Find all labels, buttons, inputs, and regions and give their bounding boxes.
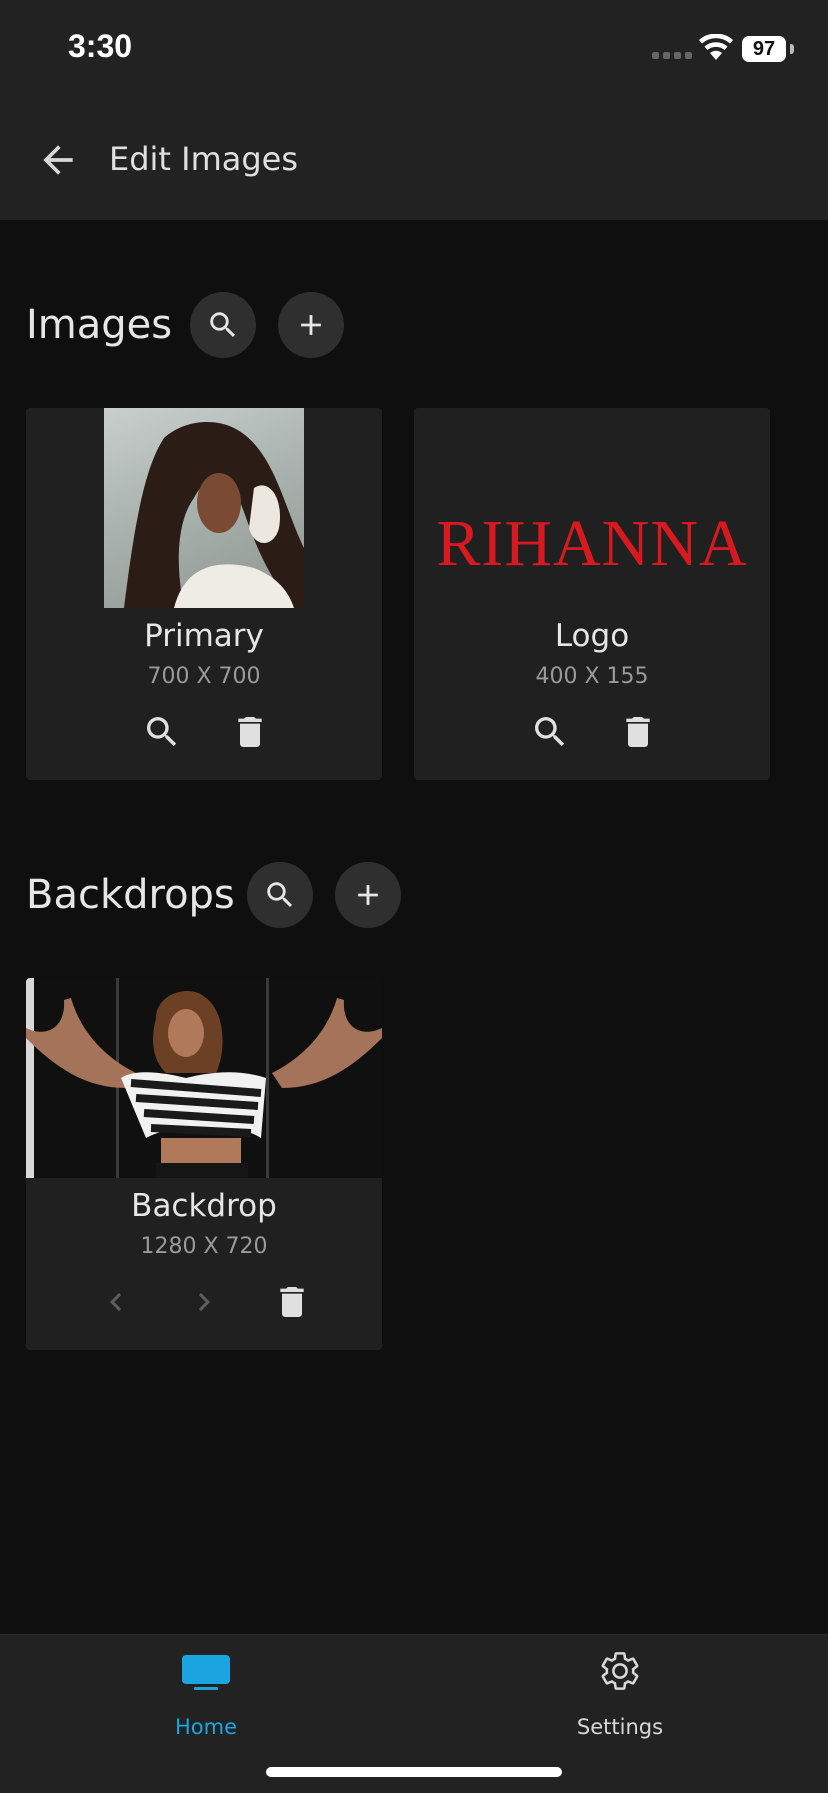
plus-icon (301, 315, 321, 335)
card-label: Primary (144, 618, 264, 654)
logo-image: RIHANNA (436, 507, 748, 580)
trash-icon (238, 717, 262, 747)
back-arrow-icon[interactable] (36, 138, 80, 182)
add-backdrop-button[interactable] (335, 862, 401, 928)
nav-home[interactable]: Home (56, 1635, 356, 1745)
card-dimensions: 700 X 700 (147, 664, 261, 689)
image-card-primary[interactable]: Primary 700 X 700 (26, 408, 382, 780)
primary-image (104, 408, 304, 608)
search-images-button[interactable] (190, 292, 256, 358)
search-icon (147, 717, 177, 747)
nav-settings-label: Settings (576, 1715, 664, 1739)
image-card-backdrop[interactable]: Backdrop 1280 X 720 (26, 978, 382, 1350)
next-backdrop-button[interactable] (182, 1280, 226, 1324)
search-icon (535, 717, 565, 747)
previous-backdrop-button[interactable] (94, 1280, 138, 1324)
cellular-signal-icon (652, 52, 692, 59)
status-time: 3:30 (68, 28, 133, 64)
image-card-logo[interactable]: RIHANNA Logo 400 X 155 (414, 408, 770, 780)
home-indicator (266, 1767, 562, 1777)
add-image-button[interactable] (278, 292, 344, 358)
search-icon (210, 312, 236, 338)
search-icon (267, 882, 293, 908)
delete-logo-button[interactable] (616, 710, 660, 754)
backdrops-section-title: Backdrops (26, 872, 235, 918)
preview-primary-button[interactable] (140, 710, 184, 754)
preview-logo-button[interactable] (528, 710, 572, 754)
images-section-title: Images (26, 302, 173, 348)
card-dimensions: 1280 X 720 (140, 1234, 268, 1259)
delete-primary-button[interactable] (228, 710, 272, 754)
nav-home-label: Home (174, 1715, 237, 1739)
card-label: Logo (554, 618, 630, 654)
page-title: Edit Images (109, 140, 299, 178)
card-label: Backdrop (131, 1188, 277, 1224)
wifi-icon (699, 34, 733, 60)
chevron-right-icon (198, 1293, 210, 1311)
chevron-left-icon (110, 1293, 122, 1311)
trash-icon (280, 1287, 304, 1317)
plus-icon (358, 885, 378, 905)
gear-icon (601, 1652, 639, 1690)
delete-backdrop-button[interactable] (270, 1280, 314, 1324)
battery-indicator: 97 (742, 36, 786, 62)
tv-icon (182, 1655, 230, 1690)
backdrop-image (26, 978, 382, 1178)
card-dimensions: 400 X 155 (535, 664, 649, 689)
battery-cap (790, 44, 794, 54)
trash-icon (626, 717, 650, 747)
app-bar: Edit Images (0, 100, 828, 220)
nav-settings[interactable]: Settings (470, 1635, 770, 1745)
search-backdrops-button[interactable] (247, 862, 313, 928)
status-bar: 3:30 97 (0, 0, 828, 100)
